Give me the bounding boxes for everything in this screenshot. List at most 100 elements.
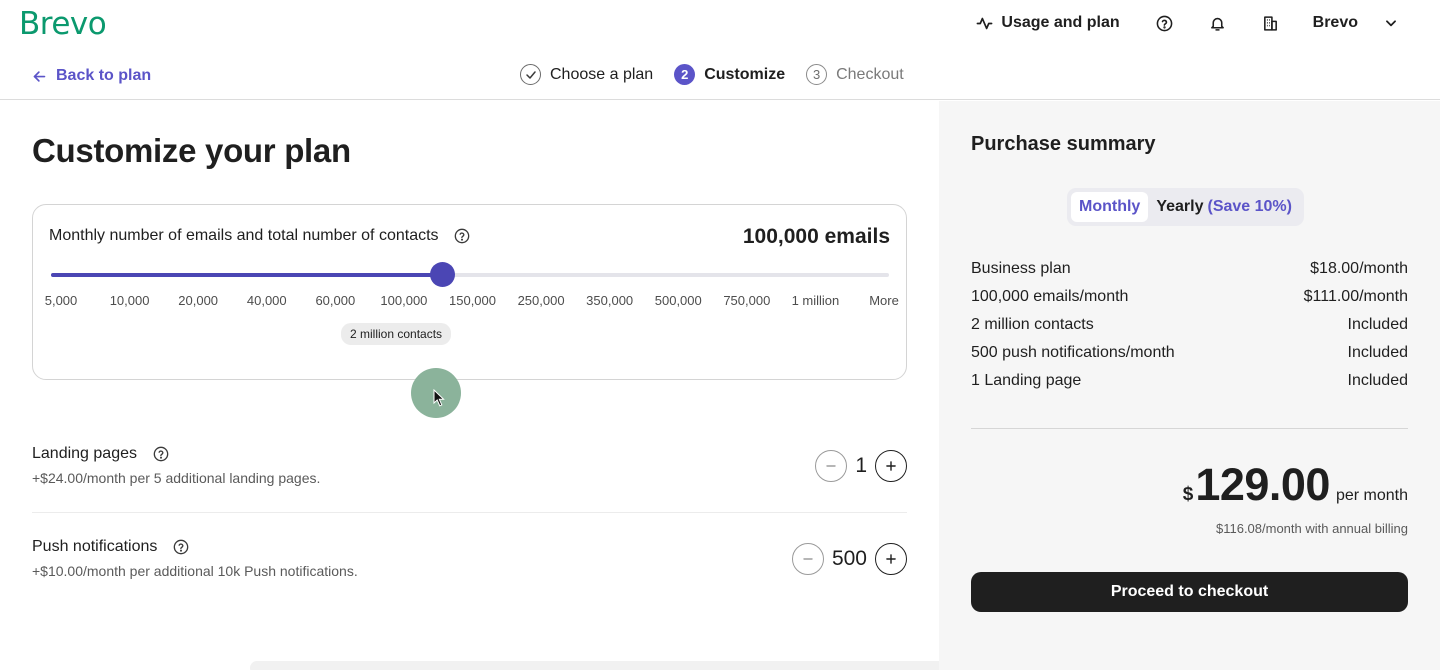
slider-tick-label[interactable]: 60,000 [315,293,355,308]
checkout-stepper: Choose a plan 2 Customize 3 Checkout [520,64,925,85]
slider-tick-label[interactable]: 750,000 [723,293,770,308]
slider-thumb[interactable] [430,262,456,287]
brevo-logo[interactable]: Brevo [19,6,107,42]
landing-pages-stepper: 1 [815,450,907,482]
help-button[interactable] [1156,15,1173,32]
yearly-toggle-option[interactable]: Yearly (Save 10%) [1148,192,1300,222]
row-divider [32,512,907,513]
line-label: 2 million contacts [971,316,1094,333]
back-to-plan-link[interactable]: Back to plan [32,67,151,85]
push-notifications-decrement-button[interactable] [791,543,824,575]
help-icon [153,446,169,462]
line-label: Business plan [971,260,1071,277]
landing-pages-help-button[interactable] [153,446,169,462]
organization-name[interactable]: Brevo [1313,14,1358,32]
minus-icon [826,465,836,467]
slider-tick-label[interactable]: 350,000 [586,293,633,308]
line-value: Included [1347,372,1409,389]
arrow-left-icon [33,70,46,82]
slider-tick-label[interactable]: 250,000 [518,293,565,308]
slider-tick-label[interactable]: 150,000 [449,293,496,308]
customize-panel: Customize your plan Monthly number of em… [0,101,1180,670]
price-period: per month [1335,487,1408,504]
slider-tick-label[interactable]: 5,000 [45,293,78,308]
landing-pages-row: Landing pages +$24.00/month per 5 additi… [32,445,907,486]
top-right-nav: Usage and plan Brevo [976,11,1398,35]
line-value: $18.00/month [1310,260,1408,277]
org-dropdown-toggle[interactable] [1384,16,1398,30]
summary-line-items: Business plan $18.00/month 100,000 email… [971,260,1408,400]
line-label: 500 push notifications/month [971,344,1175,361]
step-label: Choose a plan [550,65,654,83]
minus-icon [803,558,813,560]
usage-and-plan-link[interactable]: Usage and plan [976,14,1120,32]
landing-pages-subtitle: +$24.00/month per 5 additional landing p… [32,470,321,486]
yearly-label: Yearly [1156,198,1204,215]
line-label: 1 Landing page [971,372,1082,389]
push-notifications-title-wrap: Push notifications [32,538,907,556]
check-icon [525,70,536,79]
push-notifications-row: Push notifications +$10.00/month per add… [32,538,907,579]
line-value: Included [1347,316,1409,333]
slider-tick-label[interactable]: 40,000 [247,293,287,308]
annual-billing-note: $116.08/month with annual billing [1215,521,1408,536]
push-notifications-value: 500 [831,547,867,570]
usage-and-plan-label: Usage and plan [1001,14,1120,31]
summary-divider [971,428,1408,429]
price-currency: $ [1182,484,1194,505]
step-checkout: 3 Checkout [806,64,904,85]
line-value: Included [1347,344,1409,361]
step-label: Customize [704,65,786,83]
plus-icon [886,461,896,471]
email-volume-card: Monthly number of emails and total numbe… [32,204,907,380]
step-number: 3 [806,64,828,85]
help-icon [1156,15,1173,31]
landing-pages-value: 1 [855,454,867,477]
summary-line: 2 million contacts Included [971,316,1408,344]
slider-track[interactable] [51,273,889,277]
step-check-circle [520,64,541,85]
push-notifications-title: Push notifications [32,538,158,555]
push-notifications-subtitle: +$10.00/month per additional 10k Push no… [32,563,358,579]
page-title: Customize your plan [32,132,351,169]
proceed-to-checkout-button[interactable]: Proceed to checkout [971,572,1408,612]
line-label: 100,000 emails/month [971,288,1129,305]
slider-tick-label[interactable]: More [869,293,899,308]
push-notifications-help-button[interactable] [173,539,189,555]
landing-pages-decrement-button[interactable] [815,450,848,482]
organization-button[interactable] [1262,15,1279,32]
price-amount: 129.00 [1195,459,1330,510]
yearly-save-badge: (Save 10%) [1207,198,1292,215]
summary-line: 100,000 emails/month $111.00/month [971,288,1408,316]
top-bar: Brevo Usage and plan Brevo Back to plan … [0,0,1440,100]
slider-tick-label[interactable]: 1 million [792,293,840,308]
slider-tick-label[interactable]: 500,000 [655,293,702,308]
slider-tick-label[interactable]: 20,000 [178,293,218,308]
landing-pages-title-wrap: Landing pages [32,445,907,463]
slider-label: Monthly number of emails and total numbe… [49,227,439,244]
monthly-toggle-option[interactable]: Monthly [1071,192,1149,222]
selected-email-volume: 100,000 emails [742,225,890,248]
slider-help-button[interactable] [454,228,470,244]
slider-label-wrap: Monthly number of emails and total numbe… [49,227,470,245]
step-number: 2 [674,64,696,85]
landing-pages-increment-button[interactable] [875,450,907,482]
slider-tick-label[interactable]: 100,000 [380,293,427,308]
slider-track-fill [51,273,443,277]
activity-icon [976,17,993,29]
billing-period-toggle: Monthly Yearly (Save 10%) [1067,188,1304,226]
step-label: Checkout [836,65,904,83]
push-notifications-increment-button[interactable] [875,543,907,575]
landing-pages-title: Landing pages [32,445,137,462]
building-icon [1263,15,1277,31]
slider-tick-label[interactable]: 10,000 [110,293,150,308]
step-customize: 2 Customize [674,64,785,85]
step-choose-plan[interactable]: Choose a plan [520,64,653,85]
line-value: $111.00/month [1303,288,1408,305]
notifications-button[interactable] [1209,15,1226,32]
back-to-plan-label: Back to plan [56,67,152,84]
chevron-down-icon [1386,20,1396,27]
plus-icon [886,554,896,564]
push-notifications-stepper: 500 [791,543,907,575]
summary-line: 500 push notifications/month Included [971,344,1408,372]
